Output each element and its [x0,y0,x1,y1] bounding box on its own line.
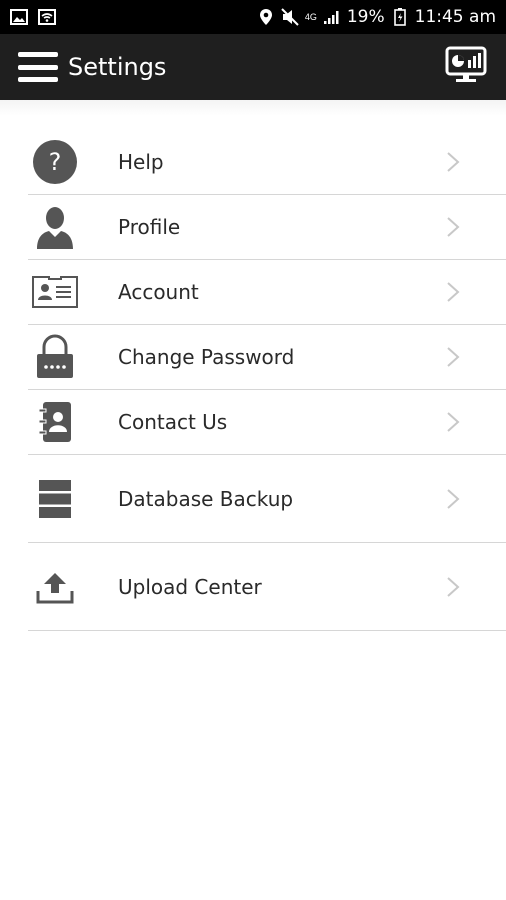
app-bar-shadow [0,100,506,116]
settings-item-label: Help [118,150,164,174]
database-icon [28,479,82,519]
page-title: Settings [68,53,167,81]
battery-icon [391,8,409,26]
settings-item-label: Contact Us [118,410,228,434]
settings-item-contact-us[interactable]: Contact Us [28,390,506,455]
menu-icon[interactable] [18,52,58,82]
settings-item-label: Account [118,280,199,304]
address-book-icon [28,401,82,443]
clock: 11:45 am [414,7,496,27]
status-left [10,8,56,26]
location-icon [257,8,275,26]
id-card-icon [28,275,82,309]
chevron-right-icon [447,347,460,367]
settings-item-profile[interactable]: Profile [28,195,506,260]
dashboard-button[interactable] [444,46,488,89]
settings-item-label: Change Password [118,345,295,369]
app-bar: Settings [0,34,506,100]
network-type-icon: 4G [305,8,317,26]
settings-item-help[interactable]: ? Help [28,130,506,195]
chevron-right-icon [447,217,460,237]
help-icon: ? [28,139,82,185]
settings-list: ? Help Profile Account Change Password C… [28,130,506,631]
settings-item-label: Profile [118,215,181,239]
battery-percent: 19% [346,7,385,27]
chevron-right-icon [447,152,460,172]
status-right: 4G 19% 11:45 am [257,7,496,27]
settings-item-database-backup[interactable]: Database Backup [28,455,506,543]
profile-icon [28,205,82,249]
mute-icon [281,8,299,26]
network-type-label: 4G [304,11,317,22]
settings-item-label: Upload Center [118,574,262,599]
chevron-right-icon [447,282,460,302]
settings-item-label: Database Backup [118,486,294,511]
gallery-notification-icon [10,8,28,26]
chevron-right-icon [447,488,460,509]
wifi-notification-icon [38,8,56,26]
svg-text:?: ? [49,148,62,176]
settings-item-account[interactable]: Account [28,260,506,325]
status-bar: 4G 19% 11:45 am [0,0,506,34]
monitor-chart-icon [445,46,487,89]
settings-item-change-password[interactable]: Change Password [28,325,506,390]
lock-icon [28,334,82,380]
chevron-right-icon [447,412,460,432]
upload-icon [28,569,82,605]
signal-icon [323,8,341,26]
settings-item-upload-center[interactable]: Upload Center [28,543,506,631]
chevron-right-icon [447,576,460,597]
